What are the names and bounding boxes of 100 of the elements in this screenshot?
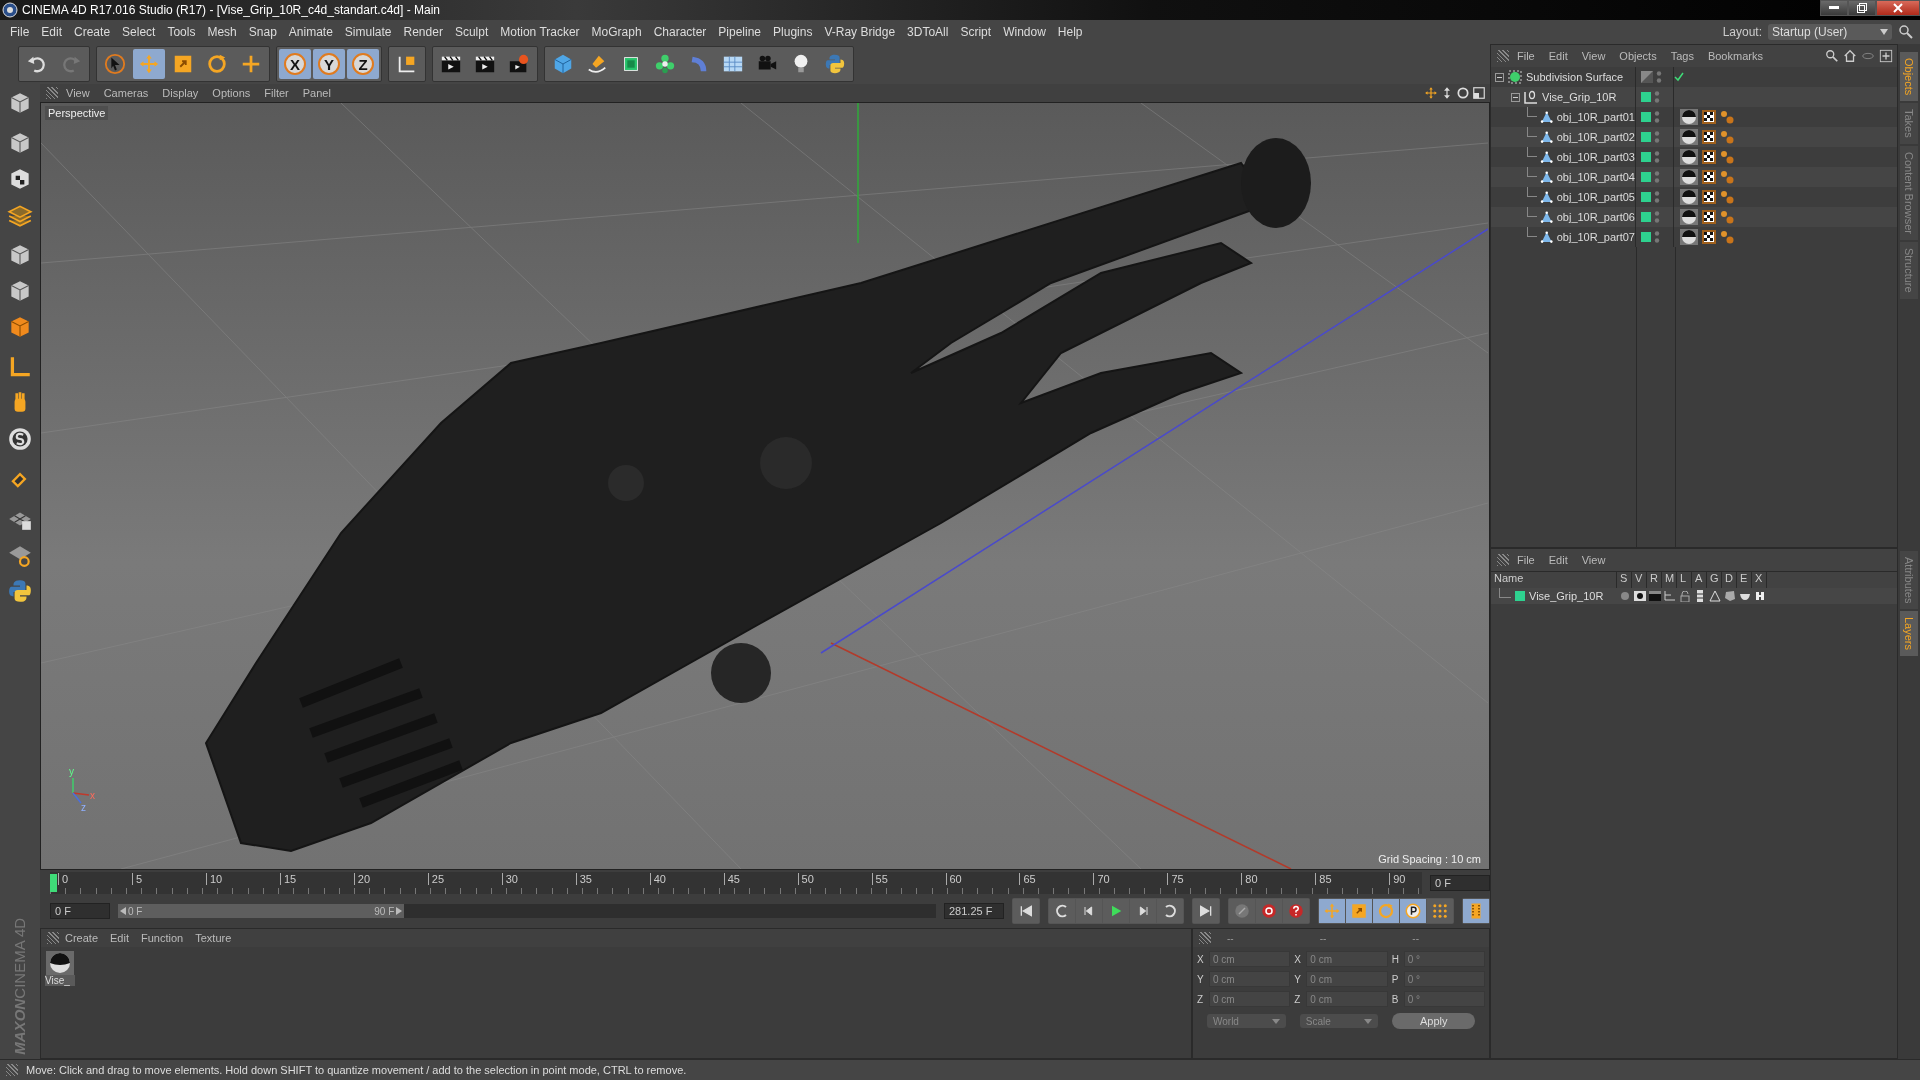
deformer-icon[interactable] xyxy=(1723,590,1736,602)
visibility-dots-icon[interactable] xyxy=(1654,170,1660,184)
phong-tag-icon[interactable] xyxy=(1720,210,1734,224)
material-tag-icon[interactable] xyxy=(1680,149,1698,165)
menu-item[interactable]: Create xyxy=(68,25,117,39)
current-frame-field[interactable]: 0 F xyxy=(1430,875,1490,891)
menu-item[interactable]: Render xyxy=(397,25,449,39)
minimize-icon[interactable] xyxy=(1829,6,1839,10)
object-name[interactable]: obj_10R_part03 xyxy=(1556,151,1635,163)
check-icon[interactable] xyxy=(1674,72,1684,82)
menu-item[interactable]: Help xyxy=(1051,25,1089,39)
layer-color-swatch[interactable] xyxy=(1641,112,1651,122)
menu-item[interactable]: Select xyxy=(116,25,162,39)
next-key-button[interactable] xyxy=(1157,899,1183,923)
panel-grip-icon[interactable] xyxy=(1497,50,1509,62)
skip-end-icon[interactable] xyxy=(1198,903,1214,919)
object-name[interactable]: obj_10R_part02 xyxy=(1556,131,1635,143)
layer-color-swatch[interactable] xyxy=(1641,132,1651,142)
visibility-dots-icon[interactable] xyxy=(1654,210,1660,224)
menu-item[interactable]: MoGraph xyxy=(585,25,648,39)
menu-item[interactable]: Script xyxy=(954,25,998,39)
material-menu-item[interactable]: Texture xyxy=(189,932,238,944)
menu-item[interactable]: Character xyxy=(647,25,713,39)
material-menu-item[interactable]: Create xyxy=(59,932,105,944)
last-frame-button[interactable] xyxy=(1193,899,1219,923)
menu-item[interactable]: Tools xyxy=(161,25,202,39)
material-name[interactable]: Vise_ xyxy=(45,975,75,986)
visibility-dots-icon[interactable] xyxy=(1654,190,1660,204)
phong-tag-icon[interactable] xyxy=(1720,130,1734,144)
menu-item[interactable]: Pipeline xyxy=(712,25,768,39)
layer-color-swatch[interactable] xyxy=(1641,212,1651,222)
side-tab[interactable]: Objects xyxy=(1900,52,1918,102)
lock-icon[interactable] xyxy=(1679,590,1690,602)
new-panel-icon[interactable] xyxy=(1879,49,1893,63)
object-menu-item[interactable]: Edit xyxy=(1542,50,1574,62)
first-frame-button[interactable] xyxy=(1013,899,1039,923)
close-icon[interactable] xyxy=(1893,3,1903,13)
minimize-button[interactable] xyxy=(1820,0,1848,16)
panel-grip-icon[interactable] xyxy=(46,87,58,99)
phong-tag-icon[interactable] xyxy=(1720,150,1734,164)
menu-item[interactable]: 3DToAll xyxy=(901,25,955,39)
menu-item[interactable]: Simulate xyxy=(338,25,398,39)
next-frame-button[interactable] xyxy=(1130,899,1156,923)
tree-toggle[interactable] xyxy=(1511,92,1520,102)
material-tag-icon[interactable] xyxy=(1680,189,1698,205)
restore-icon[interactable] xyxy=(1857,3,1867,13)
film-strip-icon[interactable] xyxy=(1696,590,1703,602)
object-name[interactable]: obj_10R_part05 xyxy=(1556,191,1635,203)
previous-key-button[interactable] xyxy=(1049,899,1075,923)
viewport-menu-item[interactable]: Filter xyxy=(258,87,295,99)
panel-grip-icon[interactable] xyxy=(47,932,59,944)
visibility-dots-icon[interactable] xyxy=(1654,90,1660,104)
object-name[interactable]: obj_10R_part04 xyxy=(1556,171,1635,183)
viewport-menu-item[interactable]: Cameras xyxy=(97,87,155,99)
texture-tag-icon[interactable] xyxy=(1702,210,1716,224)
layout-dropdown[interactable]: Startup (User) xyxy=(1768,24,1892,40)
phong-tag-icon[interactable] xyxy=(1720,110,1734,124)
visibility-dots-icon[interactable] xyxy=(1654,130,1660,144)
caret-icon[interactable] xyxy=(1271,1018,1280,1024)
material-swatch-icon[interactable] xyxy=(46,951,74,975)
apply-button[interactable]: Apply xyxy=(1392,1013,1475,1029)
expression-icon[interactable] xyxy=(1738,591,1751,601)
material-tag-icon[interactable] xyxy=(1680,129,1698,145)
object-name[interactable]: Vise_Grip_10R xyxy=(1542,91,1617,103)
object-name[interactable]: obj_10R_part01 xyxy=(1556,111,1635,123)
generator-icon[interactable] xyxy=(1708,590,1721,602)
play-button[interactable] xyxy=(1103,899,1129,923)
material-tag-icon[interactable] xyxy=(1680,109,1698,125)
visibility-dots-icon[interactable] xyxy=(1654,110,1660,124)
visibility-dots-icon[interactable] xyxy=(1654,150,1660,164)
visibility-dots-icon[interactable] xyxy=(1656,70,1662,84)
texture-tag-icon[interactable] xyxy=(1702,190,1716,204)
restore-button[interactable] xyxy=(1848,0,1876,16)
orbit-icon[interactable] xyxy=(1456,86,1470,100)
panel-grip-icon[interactable] xyxy=(6,1064,18,1076)
object-menu-item[interactable]: Tags xyxy=(1664,50,1700,62)
phong-tag-icon[interactable] xyxy=(1720,170,1734,184)
skip-start-icon[interactable] xyxy=(1018,903,1034,919)
texture-tag-icon[interactable] xyxy=(1702,110,1716,124)
layer-color-swatch[interactable] xyxy=(1641,232,1651,242)
viewport-menu-item[interactable]: Display xyxy=(156,87,205,99)
material-tag-icon[interactable] xyxy=(1680,169,1698,185)
layer-color-swatch[interactable] xyxy=(1641,172,1651,182)
material-menu-item[interactable]: Edit xyxy=(104,932,135,944)
layer-color-swatch[interactable] xyxy=(1641,192,1651,202)
range-slider[interactable]: 0 F 90 F xyxy=(118,904,405,918)
previous-frame-button[interactable] xyxy=(1076,899,1102,923)
object-name[interactable]: obj_10R_part06 xyxy=(1556,211,1635,223)
menu-item[interactable]: Mesh xyxy=(201,25,243,39)
menu-item[interactable]: File xyxy=(4,25,36,39)
viewport-menu-item[interactable]: Panel xyxy=(296,87,337,99)
pan-icon[interactable] xyxy=(1424,86,1438,100)
menu-item[interactable]: Snap xyxy=(242,25,283,39)
panel-grip-icon[interactable] xyxy=(1497,554,1509,566)
left-arrow-icon[interactable] xyxy=(120,907,126,915)
search-icon[interactable] xyxy=(1825,49,1839,63)
material-tag-icon[interactable] xyxy=(1680,209,1698,225)
object-menu-item[interactable]: Objects xyxy=(1613,50,1663,62)
axis-lock-button[interactable]: X xyxy=(279,49,311,79)
object-menu-item[interactable]: Bookmarks xyxy=(1701,50,1769,62)
